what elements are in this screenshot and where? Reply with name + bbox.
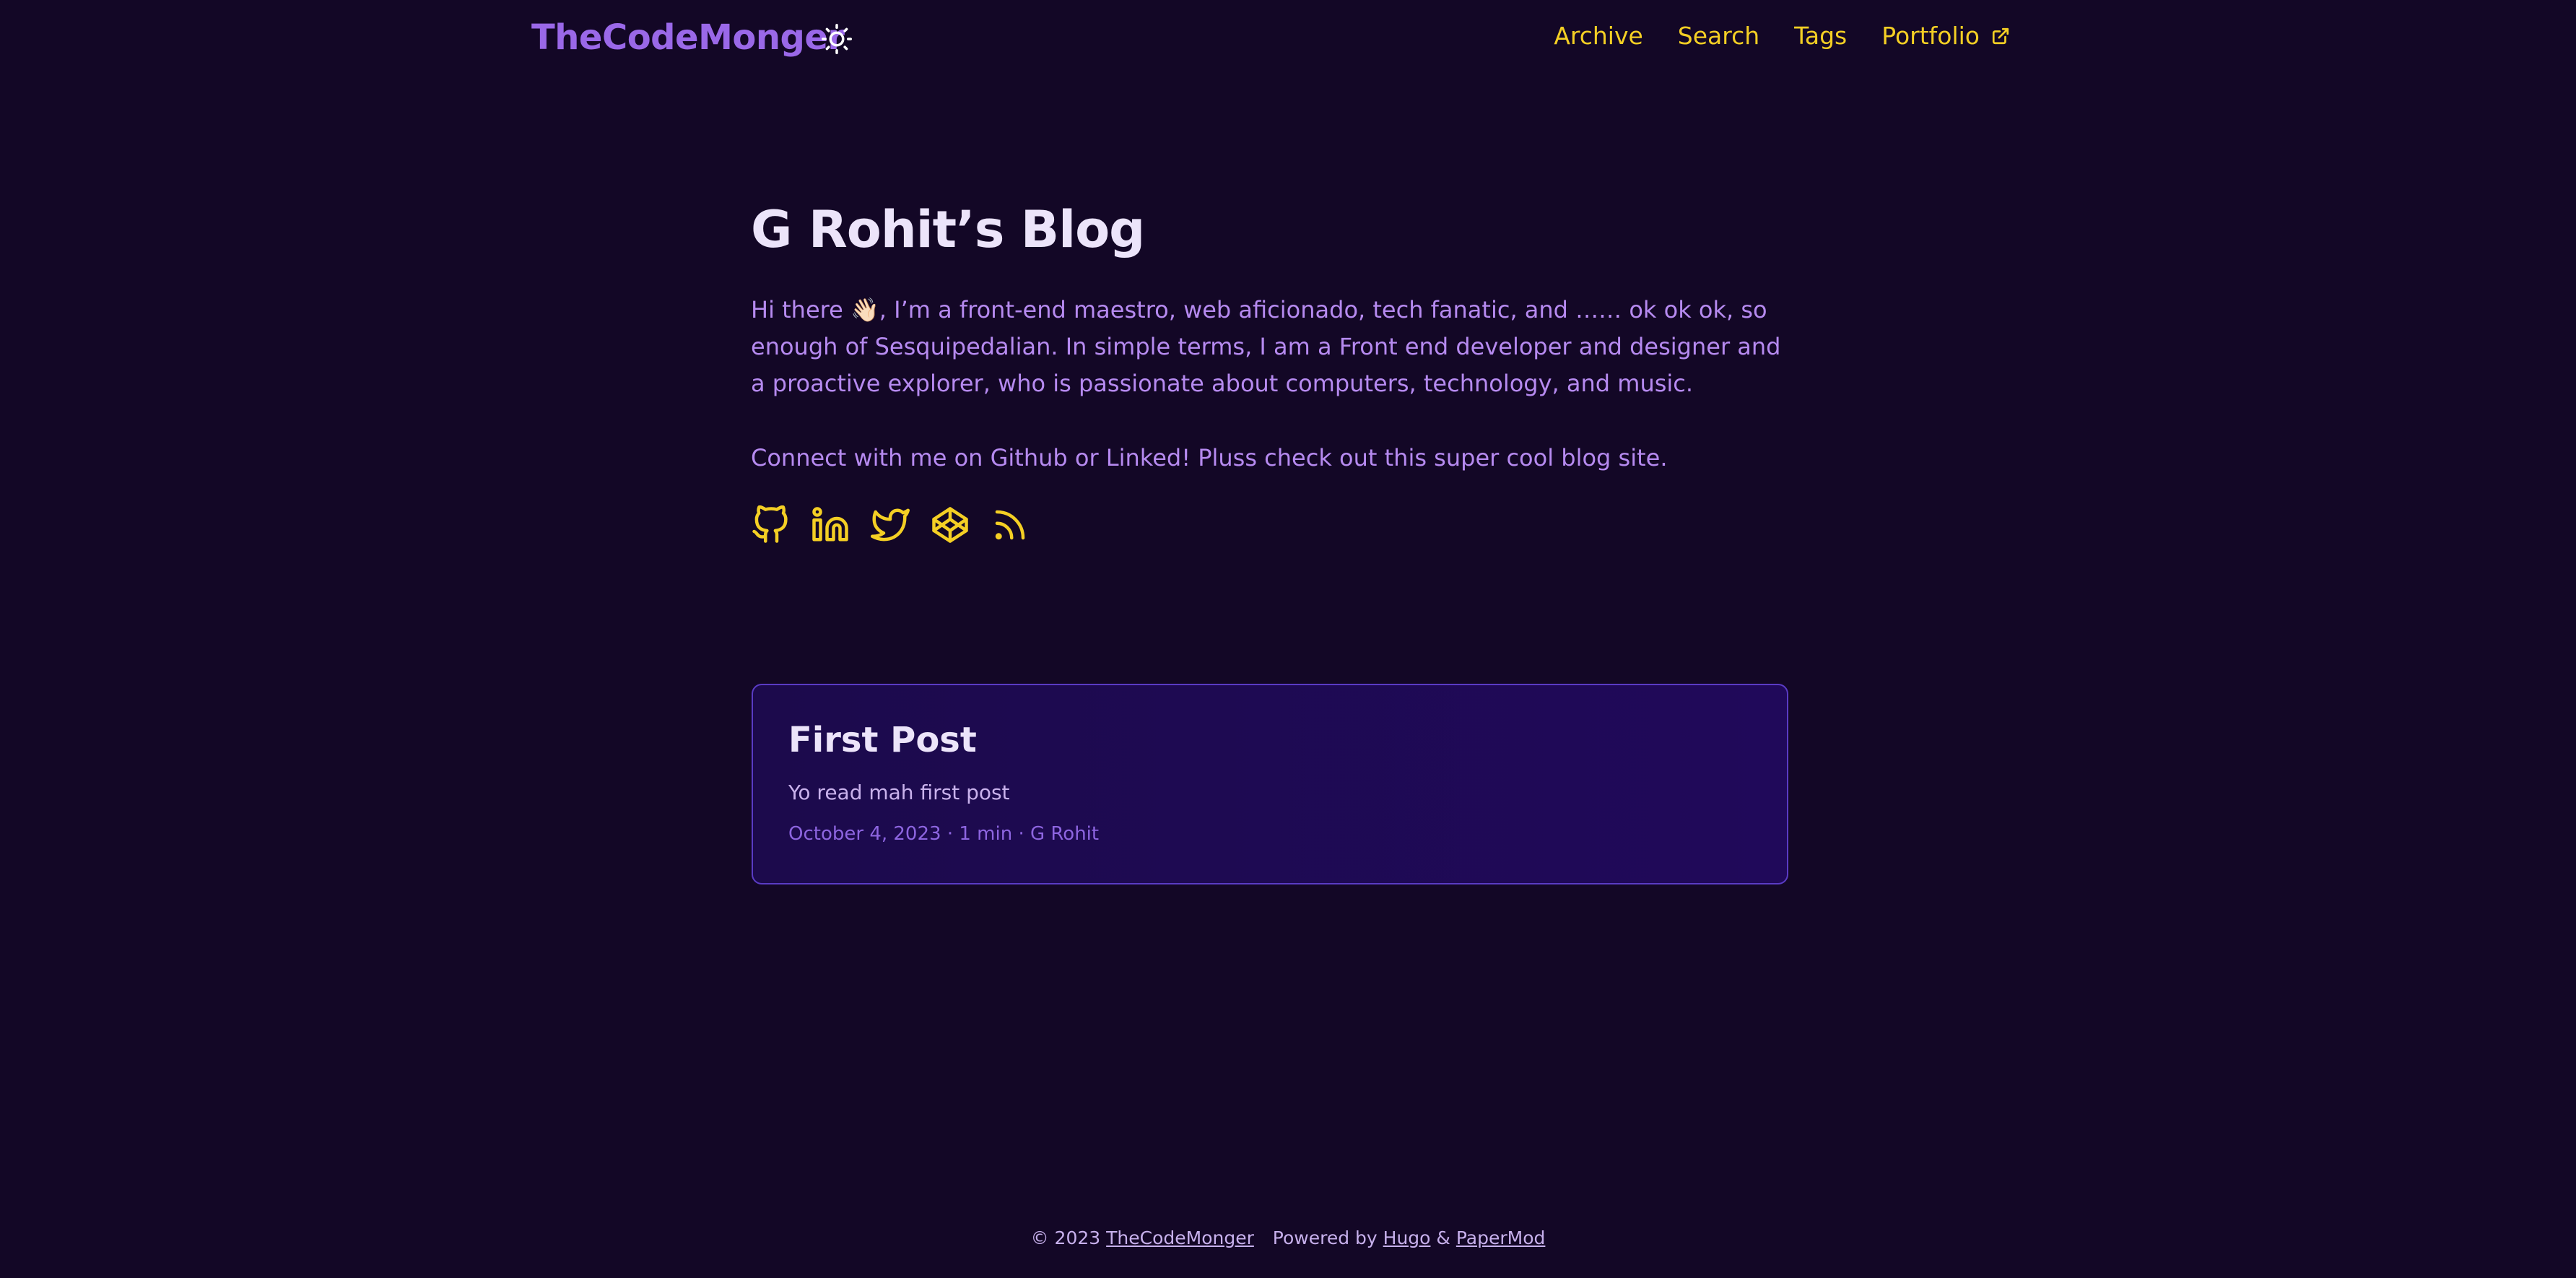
footer-powered-by: Powered by [1272, 1227, 1378, 1248]
footer-copyright: © 2023 [1030, 1227, 1101, 1248]
site-footer: © 2023 TheCodeMonger Powered by Hugo & P… [0, 1227, 2576, 1248]
footer-site-link[interactable]: TheCodeMonger [1106, 1227, 1254, 1248]
nav-tags-link[interactable]: Tags [1794, 22, 1847, 50]
rss-icon [995, 510, 1025, 540]
home-info: G Rohit’s Blog Hi there 👋🏻, I’m a front-… [751, 195, 1790, 544]
post-meta: October 4, 2023 · 1 min · G Rohit [788, 823, 1100, 845]
twitter-icon [871, 508, 910, 542]
post-entry[interactable]: First Post Yo read mah first post Octobe… [752, 684, 1788, 884]
connect-paragraph: Connect with me on Github or Linked! Plu… [751, 444, 1668, 471]
social-icons [751, 505, 1790, 544]
theme-toggle-sun-icon[interactable] [822, 24, 852, 54]
intro-text-rest: , I’m a front-end maestro, web aficionad… [751, 296, 1781, 397]
wave-emoji: 👋🏻 [850, 296, 879, 323]
site-header: TheCodeMonger Archive Search Tags Portfo… [0, 0, 2576, 79]
post-summary: Yo read mah first post [788, 781, 1010, 804]
intro-content: Hi there 👋🏻, I’m a front-end maestro, we… [751, 292, 1790, 477]
codepen-link[interactable] [931, 505, 970, 544]
linkedin-icon [812, 507, 848, 542]
nav-portfolio-label: Portfolio [1881, 22, 1980, 50]
github-link[interactable] [751, 505, 790, 544]
site-logo[interactable]: TheCodeMonger [531, 17, 845, 58]
codepen-icon [932, 507, 968, 543]
page-title: G Rohit’s Blog [751, 200, 1145, 259]
main-nav: Archive Search Tags Portfolio [1554, 22, 2010, 50]
footer-hugo-link[interactable]: Hugo [1383, 1227, 1431, 1248]
footer-papermod-link[interactable]: PaperMod [1456, 1227, 1546, 1248]
intro-paragraph: Hi there 👋🏻, I’m a front-end maestro, we… [751, 292, 1790, 402]
external-link-icon [1992, 27, 2009, 44]
nav-archive-link[interactable]: Archive [1554, 22, 1642, 50]
github-icon [752, 505, 788, 543]
footer-amp: & [1436, 1227, 1450, 1248]
twitter-link[interactable] [871, 505, 910, 544]
nav-search-link[interactable]: Search [1678, 22, 1759, 50]
rss-link[interactable] [991, 505, 1030, 544]
linkedin-link[interactable] [811, 505, 850, 544]
intro-text-start: Hi there [751, 296, 843, 323]
nav-portfolio-link[interactable]: Portfolio [1881, 22, 2010, 50]
post-title: First Post [788, 720, 977, 760]
